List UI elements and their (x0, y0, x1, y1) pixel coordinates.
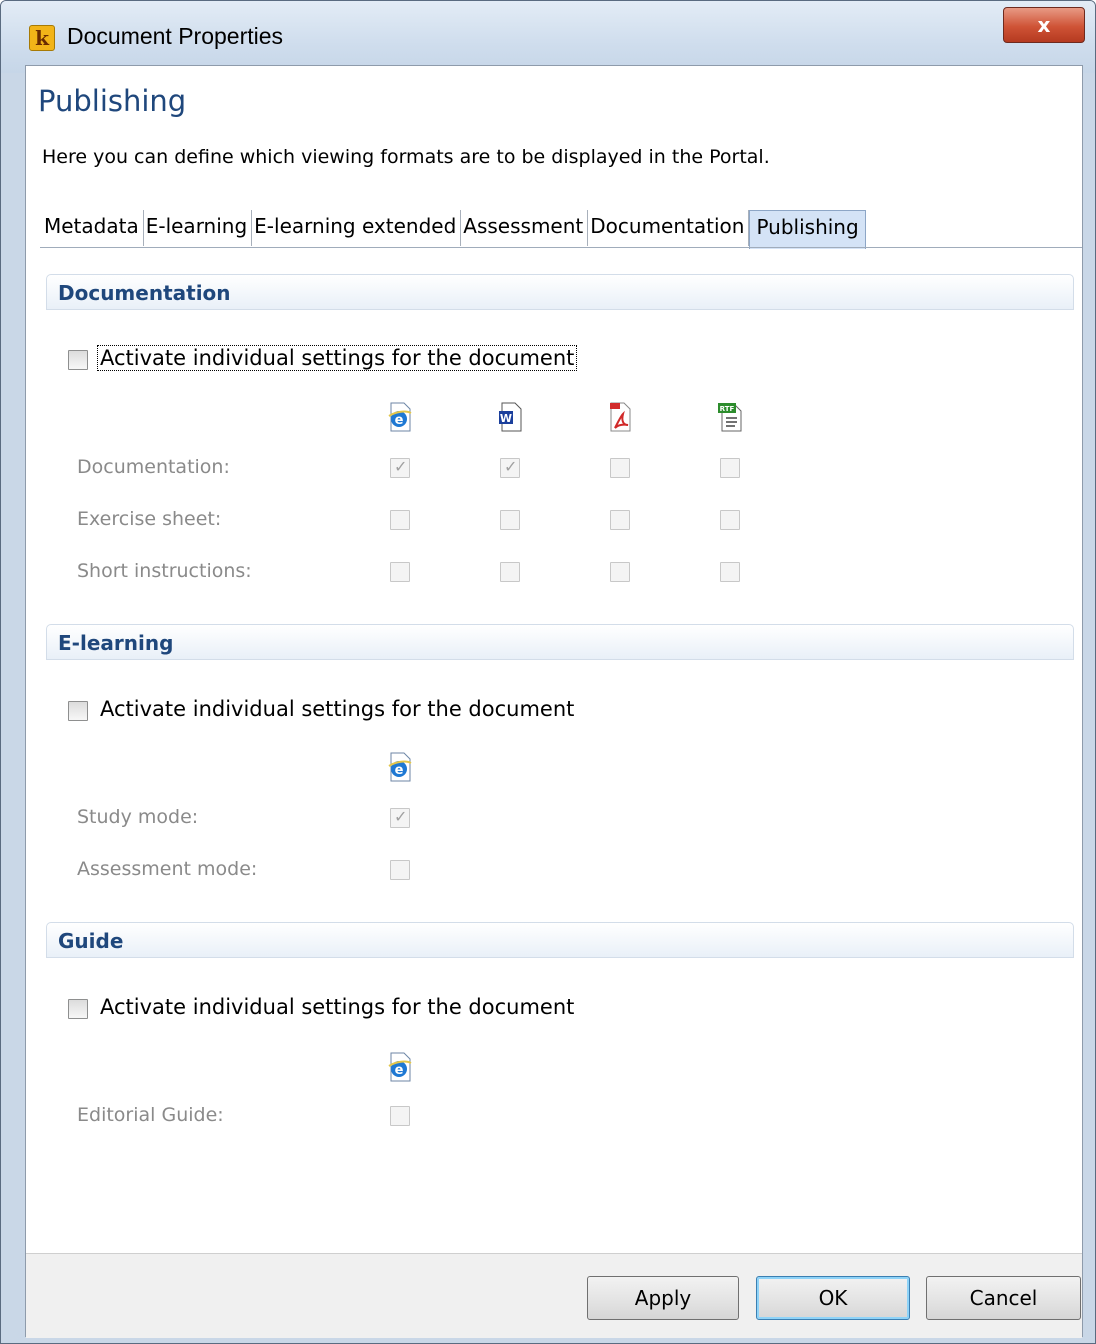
close-button[interactable]: x (1003, 7, 1085, 43)
documentation-pdf-checkbox[interactable] (610, 458, 630, 478)
svg-text:e: e (395, 763, 404, 778)
page-title: Publishing (38, 84, 187, 118)
guide-activate-label[interactable]: Activate individual settings for the doc… (98, 995, 576, 1019)
window-title: Document Properties (67, 23, 284, 49)
guide-activate-checkbox[interactable] (68, 999, 88, 1019)
assessment-mode-html-checkbox[interactable] (390, 860, 410, 880)
ok-button[interactable]: OK (756, 1276, 910, 1320)
study-mode-html-checkbox[interactable] (390, 807, 410, 828)
svg-text:W: W (500, 412, 512, 425)
row-label-exercise-sheet: Exercise sheet: (77, 508, 222, 530)
button-bar: Apply OK Cancel (26, 1253, 1082, 1338)
html-icon: e (388, 752, 412, 782)
row-label-assessment-mode: Assessment mode: (77, 858, 258, 880)
tab-metadata[interactable]: Metadata (42, 210, 144, 246)
tab-divider (40, 247, 1082, 248)
section-header-e-learning: E-learning (46, 624, 1074, 660)
row-label-study-mode: Study mode: (77, 806, 199, 828)
tab-e-learning[interactable]: E-learning (144, 210, 253, 246)
section-title: Documentation (58, 281, 231, 305)
page-description: Here you can define which viewing format… (42, 146, 770, 168)
exercise-sheet-rtf-checkbox[interactable] (720, 510, 740, 530)
title-bar: k Document Properties x (1, 1, 1095, 73)
row-label-editorial-guide: Editorial Guide: (77, 1104, 224, 1126)
exercise-sheet-pdf-checkbox[interactable] (610, 510, 630, 530)
section-title: Guide (58, 929, 124, 953)
apply-button[interactable]: Apply (587, 1276, 739, 1320)
html-icon: e (388, 1052, 412, 1082)
exercise-sheet-html-checkbox[interactable] (390, 510, 410, 530)
tab-assessment[interactable]: Assessment (461, 210, 589, 246)
tab-documentation[interactable]: Documentation (588, 210, 750, 246)
dialog-window: k Document Properties x Publishing Here … (0, 0, 1096, 1344)
word-icon: W (499, 402, 522, 432)
tab-e-learning-extended[interactable]: E-learning extended (252, 210, 462, 246)
e-learning-activate-label[interactable]: Activate individual settings for the doc… (98, 697, 576, 721)
editorial-guide-html-checkbox[interactable] (390, 1106, 410, 1126)
section-header-documentation: Documentation (46, 274, 1074, 310)
dialog-content: Publishing Here you can define which vie… (25, 65, 1083, 1338)
cancel-button[interactable]: Cancel (926, 1276, 1081, 1320)
row-label-documentation: Documentation: (77, 456, 230, 478)
row-label-short-instructions: Short instructions: (77, 560, 252, 582)
tab-bar: Metadata E-learning E-learning extended … (42, 210, 866, 249)
documentation-rtf-checkbox[interactable] (720, 458, 740, 478)
exercise-sheet-word-checkbox[interactable] (500, 510, 520, 530)
short-instructions-pdf-checkbox[interactable] (610, 562, 630, 582)
section-title: E-learning (58, 631, 174, 655)
documentation-word-checkbox[interactable] (500, 457, 520, 478)
svg-text:e: e (395, 1063, 404, 1078)
rtf-icon: RTF (718, 403, 742, 432)
e-learning-activate-checkbox[interactable] (68, 701, 88, 721)
svg-text:e: e (395, 413, 404, 428)
svg-text:RTF: RTF (720, 405, 735, 413)
documentation-activate-checkbox[interactable] (68, 350, 88, 370)
html-icon: e (388, 402, 412, 432)
tab-publishing[interactable]: Publishing (749, 210, 866, 249)
short-instructions-word-checkbox[interactable] (500, 562, 520, 582)
pdf-icon (610, 402, 631, 432)
short-instructions-rtf-checkbox[interactable] (720, 562, 740, 582)
documentation-activate-label[interactable]: Activate individual settings for the doc… (96, 345, 578, 371)
section-header-guide: Guide (46, 922, 1074, 958)
short-instructions-html-checkbox[interactable] (390, 562, 410, 582)
app-logo-icon: k (29, 25, 55, 51)
documentation-html-checkbox[interactable] (390, 457, 410, 478)
